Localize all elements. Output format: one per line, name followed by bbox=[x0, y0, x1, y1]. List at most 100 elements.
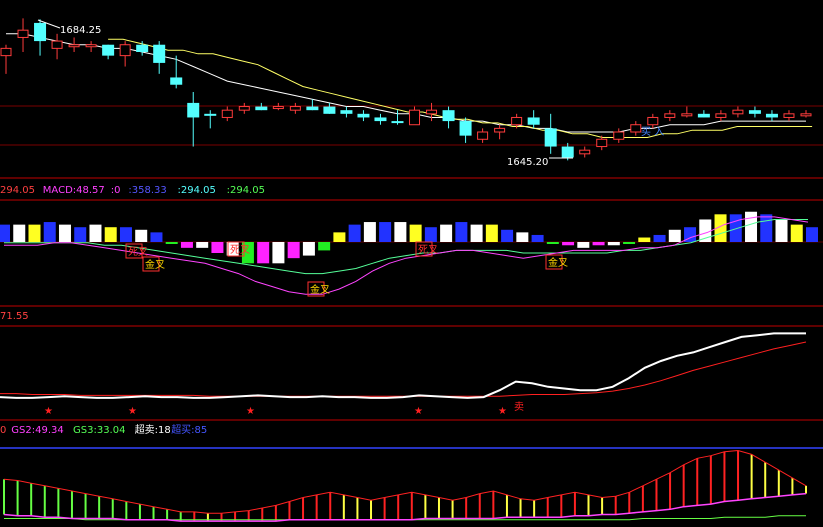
gs2-line bbox=[3, 492, 807, 522]
header-item: :294.05 bbox=[227, 185, 265, 196]
cross-label: 死叉 bbox=[230, 244, 250, 256]
macd-bar bbox=[806, 227, 818, 242]
candle-body-up bbox=[783, 113, 795, 118]
low-price-label: 1645.20 bbox=[507, 157, 548, 168]
macd-bar bbox=[180, 242, 193, 248]
oscillator-bars bbox=[3, 450, 807, 522]
macd-bar bbox=[119, 227, 132, 242]
macd-bar bbox=[302, 242, 315, 256]
signal-star: ★ bbox=[128, 406, 137, 417]
macd-bar bbox=[440, 224, 453, 242]
candle-body-down bbox=[357, 113, 370, 118]
macd-bar bbox=[623, 242, 636, 244]
macd-bar bbox=[562, 242, 575, 246]
header-item: 294.05 bbox=[0, 185, 35, 196]
macd-bar bbox=[516, 232, 529, 242]
macd-bar bbox=[424, 227, 437, 242]
candle-body-down bbox=[34, 22, 47, 42]
red-line bbox=[0, 341, 807, 397]
oscillator-panel: 0 GS2:49.34 GS3:33.04 超卖:18 超买:85 bbox=[0, 423, 823, 522]
candle-body-up bbox=[426, 109, 438, 115]
candle-body-down bbox=[391, 121, 404, 124]
white-line bbox=[0, 332, 806, 399]
candle-body-up bbox=[0, 47, 12, 57]
macd-bar bbox=[531, 234, 544, 242]
candle-body-down bbox=[306, 106, 319, 111]
gs1-line bbox=[3, 449, 807, 514]
macd-bar bbox=[638, 237, 651, 242]
candle-body-up bbox=[647, 116, 659, 126]
macd-bar bbox=[592, 242, 605, 246]
candle-body-up bbox=[119, 44, 131, 57]
macd-bar bbox=[790, 224, 803, 242]
header-item: 71.55 bbox=[0, 311, 29, 322]
macd-bar bbox=[211, 242, 224, 253]
signal-star: ★ bbox=[414, 406, 423, 417]
macd-header: 294.05 MACD:48.57:0:358.33:294.05:294.05 bbox=[0, 185, 265, 196]
header-item: :0 bbox=[111, 185, 121, 196]
macd-bar bbox=[546, 242, 559, 244]
candle-body-down bbox=[255, 106, 268, 111]
candle-body-up bbox=[17, 29, 29, 38]
candle-body-down bbox=[748, 110, 761, 114]
indicator-lines bbox=[0, 332, 807, 399]
macd-bar bbox=[745, 211, 758, 242]
macd-bar bbox=[150, 232, 163, 242]
header-item: MACD:48.57 bbox=[43, 185, 105, 196]
candle-body-up bbox=[289, 106, 301, 111]
macd-panel: 294.05 MACD:48.57:0:358.33:294.05:294.05 … bbox=[0, 185, 823, 307]
header-item: 超买:85 bbox=[171, 423, 207, 436]
candle-body-down bbox=[153, 44, 166, 63]
macd-bar bbox=[348, 224, 361, 242]
oscillator-lines bbox=[3, 449, 807, 522]
signal-star: ★ bbox=[44, 406, 53, 417]
macd-bar bbox=[577, 242, 590, 248]
macd-bar bbox=[104, 227, 117, 242]
indicator-header: 71.55 bbox=[0, 311, 29, 322]
macd-bar bbox=[775, 219, 788, 242]
macd-bar bbox=[607, 242, 620, 246]
macd-bar bbox=[729, 214, 742, 242]
macd-bar bbox=[257, 242, 270, 264]
macd-bar bbox=[333, 232, 346, 242]
candle-body-down bbox=[204, 113, 217, 116]
cross-label: 金叉 bbox=[548, 256, 568, 269]
candle-body-down bbox=[527, 117, 540, 125]
candle-body-up bbox=[221, 109, 233, 118]
header-item: GS2:49.34 bbox=[11, 425, 63, 436]
signal-star: ★ bbox=[246, 406, 255, 417]
macd-bar bbox=[196, 242, 209, 248]
candle-body-up bbox=[85, 44, 97, 48]
macd-bar bbox=[409, 224, 422, 242]
macd-bar bbox=[135, 229, 148, 242]
macd-bar bbox=[668, 229, 681, 242]
candle-body-up bbox=[409, 109, 421, 126]
macd-bar bbox=[394, 222, 407, 242]
candle-body-up bbox=[579, 149, 591, 155]
macd-bar bbox=[379, 222, 392, 242]
macd-bar bbox=[287, 242, 300, 259]
indicator-panel: 71.55 ★ ★ ★ ★ ★ 卖 bbox=[0, 311, 823, 421]
header-item: GS3:33.04 bbox=[73, 425, 125, 436]
candle-body-up bbox=[51, 40, 63, 49]
cross-label: 金叉 bbox=[310, 283, 330, 296]
signal-stars: ★ ★ ★ ★ ★ bbox=[44, 406, 507, 417]
candle-body-up bbox=[272, 106, 284, 110]
candle-body-up bbox=[800, 113, 812, 117]
candle-body-up bbox=[681, 113, 693, 117]
candle-body-down bbox=[697, 113, 710, 118]
macd-bar bbox=[74, 227, 87, 242]
candle-body-up bbox=[732, 109, 744, 115]
candle-body-down bbox=[102, 44, 115, 56]
candle-body-down bbox=[187, 102, 200, 118]
macd-bar bbox=[0, 224, 10, 242]
buy-signal-label: 买 入 bbox=[641, 126, 664, 138]
candle-body-up bbox=[477, 131, 489, 140]
candle-body-up bbox=[613, 131, 625, 140]
cross-label: 金叉 bbox=[145, 258, 165, 271]
stock-chart: 1684.25 1645.20 买 入 294.05 MACD:48.57:0:3… bbox=[0, 18, 823, 522]
candle-body-down bbox=[374, 117, 387, 122]
candle-body-down bbox=[323, 106, 336, 114]
header-item: :358.33 bbox=[128, 185, 166, 196]
macd-bar bbox=[363, 222, 376, 242]
